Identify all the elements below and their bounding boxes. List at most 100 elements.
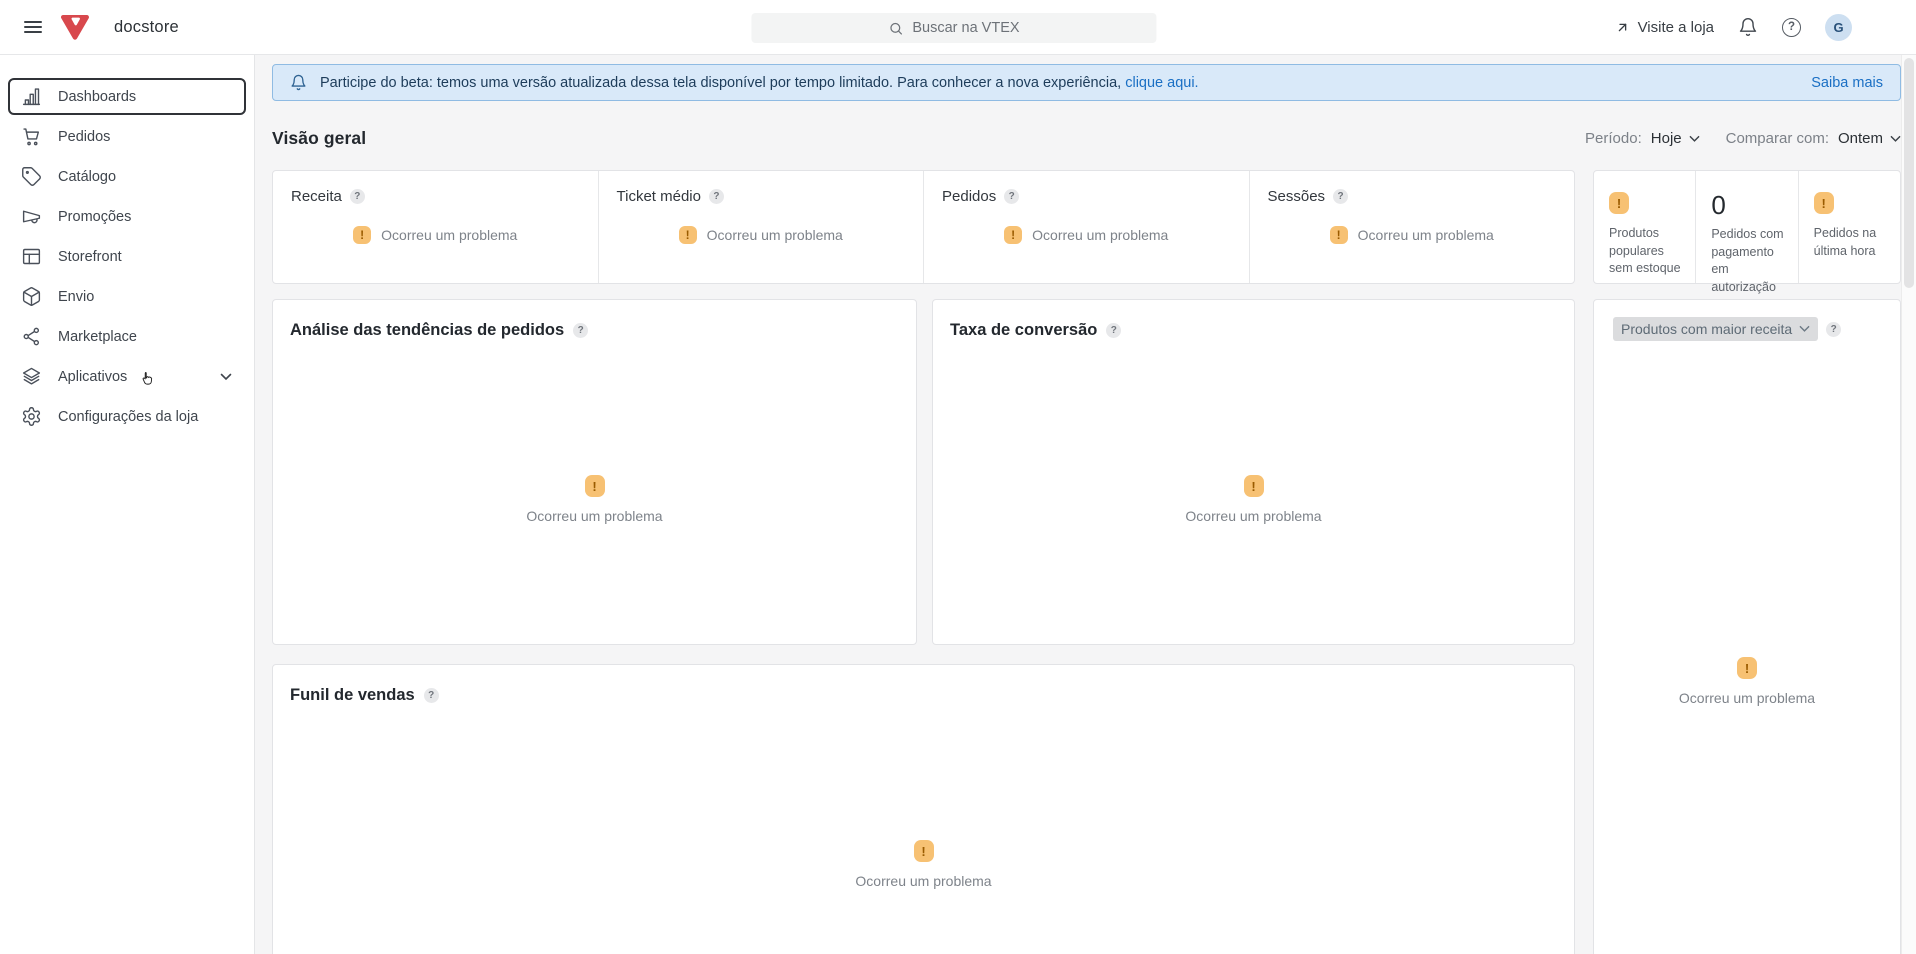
help-glyph: ? <box>578 325 584 336</box>
error-message: Ocorreu um problema <box>1032 227 1168 243</box>
card-title: Taxa de conversão <box>950 321 1097 340</box>
warning-icon: ! <box>914 840 934 862</box>
warning-glyph: ! <box>360 228 364 242</box>
error-message: Ocorreu um problema <box>855 873 991 889</box>
help-glyph: ? <box>1831 324 1837 335</box>
help-glyph: ? <box>1337 191 1343 202</box>
avatar-initial: G <box>1833 20 1843 35</box>
help-button[interactable]: ? <box>1782 18 1801 37</box>
compare-label: Comparar com: <box>1726 130 1829 147</box>
help-icon[interactable]: ? <box>1826 322 1841 337</box>
sidebar-item-label: Promoções <box>58 209 131 225</box>
gear-icon <box>21 406 42 427</box>
chevron-down-icon <box>220 373 232 381</box>
error-message: Ocorreu um problema <box>526 508 662 524</box>
warning-glyph: ! <box>1337 228 1341 242</box>
warning-icon: ! <box>1004 226 1022 244</box>
search-input[interactable]: Buscar na VTEX <box>751 13 1156 43</box>
stat-pedidos-ultima-hora: ! Pedidos na última hora <box>1798 171 1900 283</box>
saiba-mais-link[interactable]: Saiba mais <box>1811 75 1883 91</box>
sidebar-item-catalogo[interactable]: Catálogo <box>8 158 246 195</box>
account-name: docstore <box>114 18 179 37</box>
kpi-title: Sessões <box>1268 188 1326 205</box>
error-message: Ocorreu um problema <box>1185 508 1321 524</box>
sidebar-item-envio[interactable]: Envio <box>8 278 246 315</box>
warning-icon: ! <box>1244 475 1264 497</box>
banner-message: Participe do beta: temos uma versão atua… <box>320 75 1199 91</box>
menu-icon[interactable] <box>24 21 42 33</box>
compare-select[interactable]: Ontem <box>1838 130 1901 147</box>
kpi-error: ! Ocorreu um problema <box>599 226 924 244</box>
vertical-scrollbar[interactable] <box>1901 55 1916 954</box>
orders-trend-card: Análise das tendências de pedidos ? ! Oc… <box>272 299 917 645</box>
tag-icon <box>21 166 42 187</box>
card-title: Análise das tendências de pedidos <box>290 321 564 340</box>
arrow-up-right-icon <box>1615 20 1630 35</box>
sidebar-item-aplicativos[interactable]: Aplicativos <box>8 358 246 395</box>
layers-icon <box>21 366 42 387</box>
help-glyph: ? <box>1111 325 1117 336</box>
compare-filter: Comparar com: Ontem <box>1726 130 1901 147</box>
sidebar-item-label: Catálogo <box>58 169 116 185</box>
help-icon[interactable]: ? <box>424 688 439 703</box>
sidebar-item-pedidos[interactable]: Pedidos <box>8 118 246 155</box>
top-products-card: Produtos com maior receita ? ! Ocorreu u… <box>1593 299 1901 954</box>
share-icon <box>21 326 42 347</box>
help-icon[interactable]: ? <box>573 323 588 338</box>
conversion-rate-card: Taxa de conversão ? ! Ocorreu um problem… <box>932 299 1575 645</box>
stat-value: 0 <box>1711 192 1785 218</box>
stat-produtos-sem-estoque: ! Produtos populares sem estoque <box>1594 171 1695 283</box>
help-glyph: ? <box>428 690 434 701</box>
help-icon[interactable]: ? <box>350 189 365 204</box>
warning-icon: ! <box>1609 192 1629 214</box>
stat-label: Pedidos na última hora <box>1814 225 1888 260</box>
sidebar-item-dashboards[interactable]: Dashboards <box>8 78 246 115</box>
help-icon[interactable]: ? <box>1106 323 1121 338</box>
top-products-select-value: Produtos com maior receita <box>1621 321 1792 337</box>
mini-stats-card: ! Produtos populares sem estoque 0 Pedid… <box>1593 170 1901 284</box>
period-select[interactable]: Hoje <box>1651 130 1700 147</box>
stat-label: Produtos populares sem estoque <box>1609 225 1683 278</box>
banner-link[interactable]: clique aqui. <box>1125 75 1198 91</box>
avatar[interactable]: G <box>1825 14 1852 41</box>
kpi-pedidos: Pedidos ? ! Ocorreu um problema <box>923 171 1249 283</box>
main-area: Participe do beta: temos uma versão atua… <box>255 55 1916 954</box>
warning-glyph: ! <box>921 844 925 859</box>
kpi-strip: Receita ? ! Ocorreu um problema <box>272 170 1575 284</box>
warning-glyph: ! <box>1745 661 1749 676</box>
sidebar-item-configuracoes[interactable]: Configurações da loja <box>8 398 246 435</box>
search-icon <box>888 21 903 36</box>
kpi-ticket-medio: Ticket médio ? ! Ocorreu um problema <box>598 171 924 283</box>
visit-store-label: Visite a loja <box>1638 19 1714 36</box>
kpi-error: ! Ocorreu um problema <box>924 226 1249 244</box>
help-icon[interactable]: ? <box>709 189 724 204</box>
sidebar-item-promocoes[interactable]: Promoções <box>8 198 246 235</box>
chart-error: ! Ocorreu um problema <box>1594 657 1900 706</box>
period-value: Hoje <box>1651 130 1682 147</box>
cart-icon <box>21 126 42 147</box>
kpi-error: ! Ocorreu um problema <box>273 226 598 244</box>
sidebar-item-marketplace[interactable]: Marketplace <box>8 318 246 355</box>
visit-store-button[interactable]: Visite a loja <box>1615 19 1714 36</box>
scrollbar-thumb[interactable] <box>1904 58 1914 288</box>
sidebar-item-storefront[interactable]: Storefront <box>8 238 246 275</box>
top-products-select[interactable]: Produtos com maior receita <box>1613 317 1818 341</box>
sidebar-item-label: Marketplace <box>58 329 137 345</box>
help-icon[interactable]: ? <box>1333 189 1348 204</box>
help-icon[interactable]: ? <box>1004 189 1019 204</box>
period-filter: Período: Hoje <box>1585 130 1700 147</box>
warning-glyph: ! <box>1011 228 1015 242</box>
chevron-down-icon <box>1890 135 1901 143</box>
vtex-logo-icon <box>61 15 89 40</box>
warning-icon: ! <box>353 226 371 244</box>
period-label: Período: <box>1585 130 1642 147</box>
stat-pedidos-pagamento: 0 Pedidos com pagamento em autorização <box>1695 171 1797 283</box>
card-title: Funil de vendas <box>290 686 415 705</box>
warning-glyph: ! <box>592 479 596 494</box>
notifications-button[interactable] <box>1738 17 1758 37</box>
error-message: Ocorreu um problema <box>1679 690 1815 706</box>
kpi-title: Receita <box>291 188 342 205</box>
warning-icon: ! <box>1330 226 1348 244</box>
bar-chart-icon <box>21 86 42 107</box>
help-glyph: ? <box>713 191 719 202</box>
